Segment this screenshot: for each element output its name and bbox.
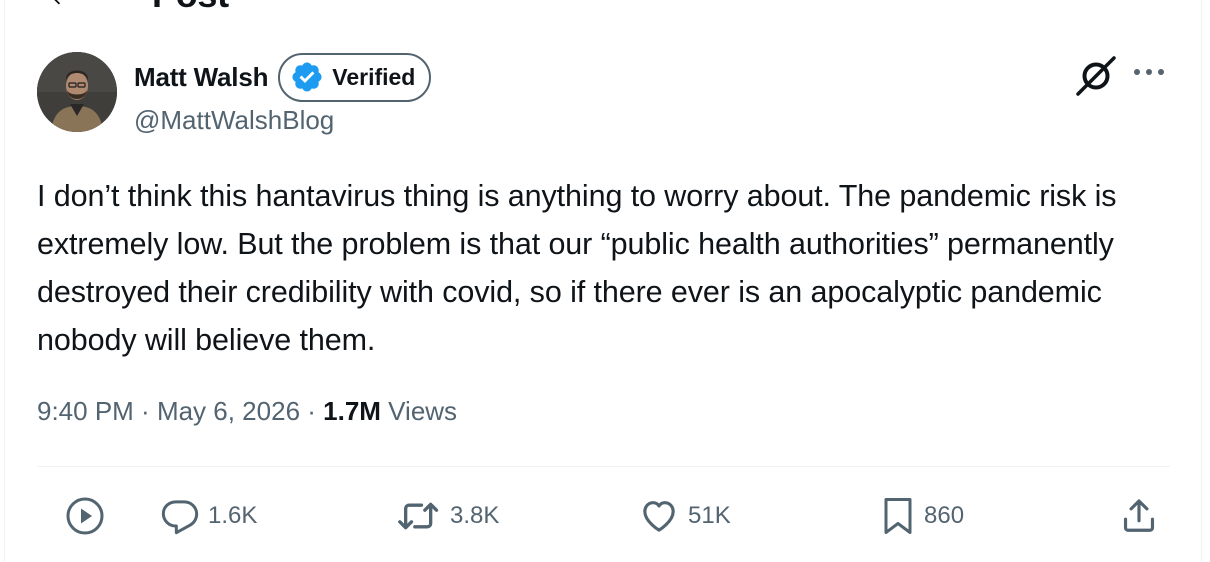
avatar[interactable] bbox=[37, 52, 117, 132]
divider bbox=[37, 466, 1170, 467]
tweet-text: I don’t think this hantavirus thing is a… bbox=[37, 179, 1117, 357]
more-icon[interactable] bbox=[1132, 62, 1166, 82]
like-count: 51K bbox=[688, 502, 731, 529]
bookmark-count: 860 bbox=[924, 502, 965, 529]
page-title: Post bbox=[152, 0, 229, 16]
heart-icon bbox=[643, 501, 675, 532]
share-icon bbox=[1123, 499, 1155, 532]
play-icon bbox=[66, 497, 104, 535]
tweet-date[interactable]: May 6, 2026 bbox=[157, 396, 300, 426]
share-button[interactable] bbox=[1120, 496, 1158, 536]
like-button[interactable]: 51K bbox=[638, 496, 731, 536]
play-button[interactable] bbox=[64, 496, 106, 536]
bookmark-icon bbox=[884, 498, 912, 534]
author-name-row: Matt Walsh Verified bbox=[134, 52, 432, 102]
reply-count: 1.6K bbox=[208, 502, 258, 529]
reply-icon bbox=[161, 500, 199, 535]
tweet-meta: 9:40 PM · May 6, 2026 · 1.7M Views bbox=[37, 396, 457, 427]
verified-label: Verified bbox=[332, 63, 416, 90]
views-count: 1.7M bbox=[323, 396, 381, 426]
arrow-left-icon[interactable] bbox=[48, 0, 70, 8]
verified-pill[interactable]: Verified bbox=[278, 52, 432, 102]
author-handle[interactable]: @MattWalshBlog bbox=[134, 105, 334, 136]
bookmark-button[interactable]: 860 bbox=[880, 496, 964, 536]
meta-separator: · bbox=[133, 396, 157, 426]
meta-separator: · bbox=[300, 396, 324, 426]
reply-button[interactable]: 1.6K bbox=[160, 496, 257, 536]
tweet-time[interactable]: 9:40 PM bbox=[37, 396, 134, 426]
verified-badge-icon bbox=[292, 62, 322, 92]
repost-count: 3.8K bbox=[450, 502, 500, 529]
repost-button[interactable]: 3.8K bbox=[396, 496, 499, 536]
display-name[interactable]: Matt Walsh bbox=[134, 62, 268, 93]
repost-icon bbox=[398, 502, 439, 530]
grok-icon[interactable] bbox=[1074, 54, 1118, 98]
views-label: Views bbox=[380, 396, 458, 426]
